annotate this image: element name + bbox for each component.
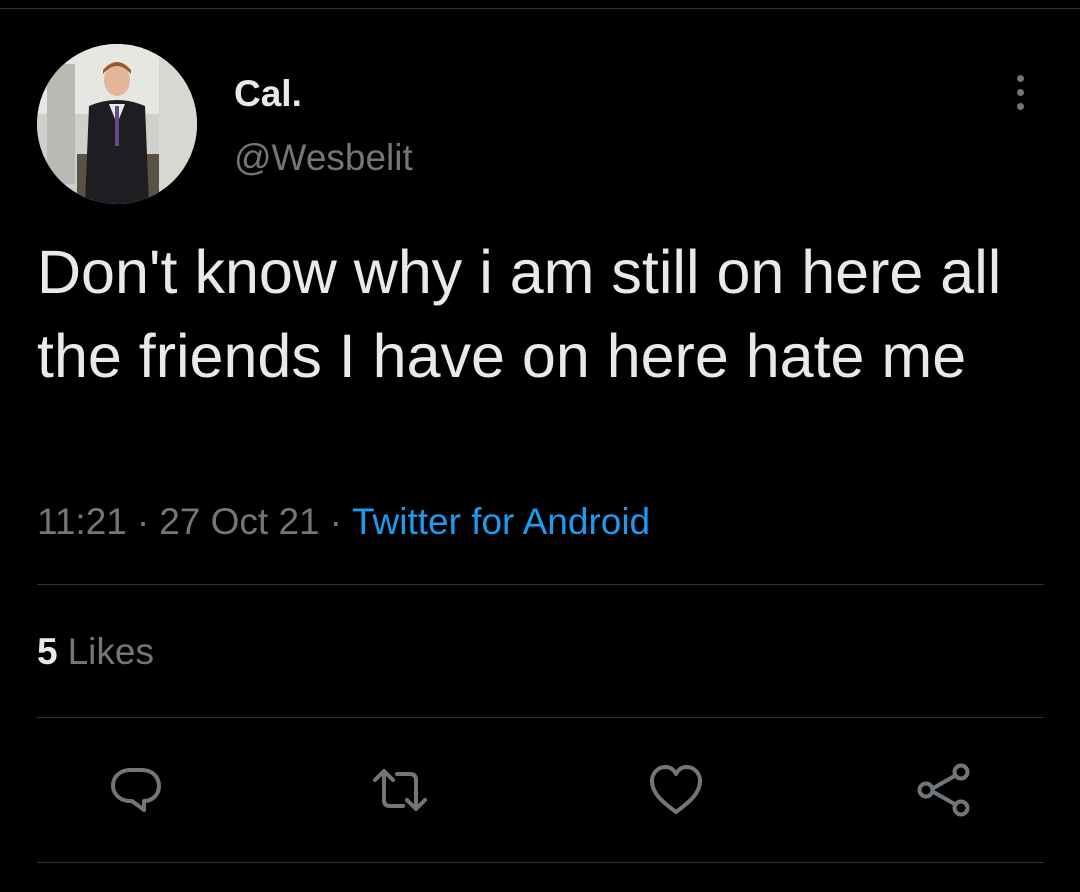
likes-label: Likes xyxy=(67,631,154,672)
tweet-source-link[interactable]: Twitter for Android xyxy=(352,501,650,542)
share-button[interactable] xyxy=(914,760,974,820)
more-vertical-icon xyxy=(1016,74,1024,82)
tweet-meta: 11:21 · 27 Oct 21 · Twitter for Android xyxy=(37,500,650,544)
divider xyxy=(37,584,1044,585)
avatar[interactable] xyxy=(37,44,197,204)
divider xyxy=(37,862,1044,863)
heart-icon xyxy=(650,765,702,814)
tweet-date[interactable]: 27 Oct 21 xyxy=(159,501,319,542)
more-vertical-icon-dot xyxy=(1016,88,1024,96)
display-name[interactable]: Cal. xyxy=(234,72,302,116)
tweet-text: Don't know why i am still on here all th… xyxy=(37,238,1002,390)
more-vertical-icon-dot xyxy=(1016,102,1024,110)
likes-stat[interactable]: 5 Likes xyxy=(37,630,154,674)
reply-icon xyxy=(111,768,161,812)
share-icon xyxy=(917,763,970,817)
divider xyxy=(37,717,1044,718)
meta-separator: · xyxy=(136,501,150,542)
likes-count: 5 xyxy=(37,631,58,672)
more-options-button[interactable] xyxy=(1004,70,1036,114)
reply-button[interactable] xyxy=(106,760,166,820)
avatar-photo xyxy=(37,44,197,204)
top-divider xyxy=(0,8,1080,9)
tweet-time[interactable]: 11:21 xyxy=(37,501,127,542)
retweet-button[interactable] xyxy=(370,760,430,820)
like-button[interactable] xyxy=(646,760,706,820)
user-handle[interactable]: @Wesbelit xyxy=(234,136,413,180)
meta-separator: · xyxy=(329,501,342,542)
retweet-icon xyxy=(373,769,427,811)
